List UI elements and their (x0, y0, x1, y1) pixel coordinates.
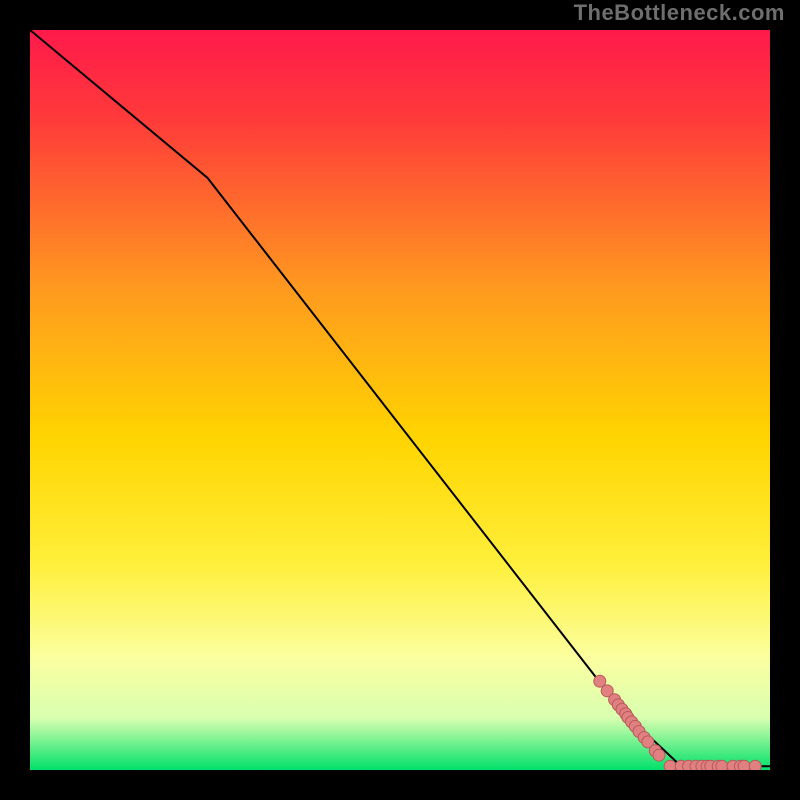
data-point (716, 760, 728, 770)
watermark-text: TheBottleneck.com (574, 0, 785, 26)
chart-svg (30, 30, 770, 770)
data-point (653, 749, 665, 761)
chart-frame: TheBottleneck.com (0, 0, 800, 800)
data-point (749, 760, 761, 770)
gradient-background (30, 30, 770, 770)
data-point (738, 760, 750, 770)
data-point (664, 760, 676, 770)
plot-area (30, 30, 770, 770)
